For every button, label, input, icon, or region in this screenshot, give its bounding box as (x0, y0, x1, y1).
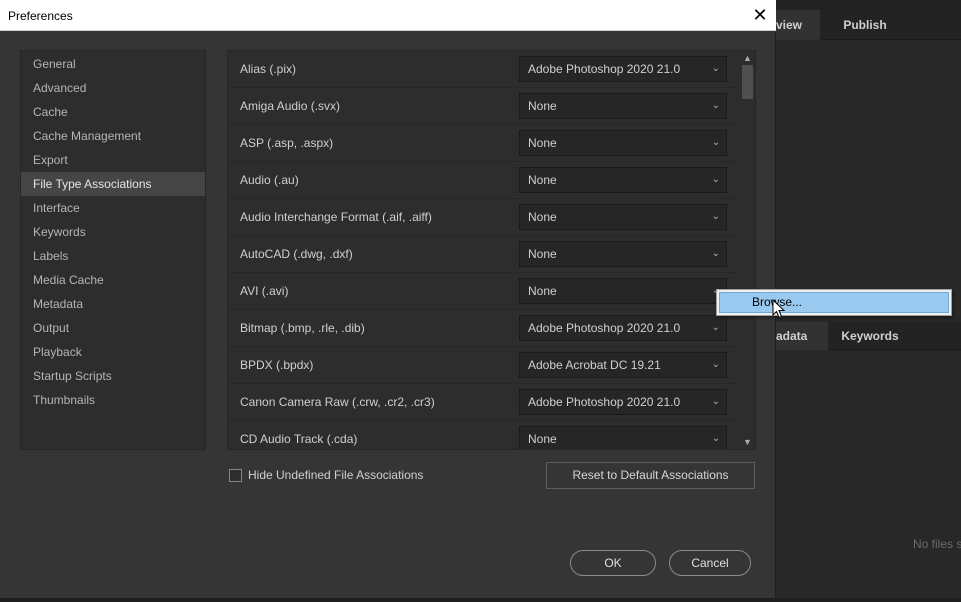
select-value: Adobe Photoshop 2020 21.0 (528, 321, 681, 335)
select-value: None (528, 284, 557, 298)
select-value: None (528, 99, 557, 113)
select-value: None (528, 136, 557, 150)
scroll-up-arrow-icon[interactable]: ▲ (740, 51, 755, 65)
file-associations-list: Alias (.pix) Adobe Photoshop 2020 21.0 ⌄… (227, 50, 756, 450)
preferences-sidebar: General Advanced Cache Cache Management … (20, 50, 206, 450)
row-label: Amiga Audio (.svx) (240, 99, 341, 113)
chevron-down-icon: ⌄ (711, 100, 720, 111)
select-value: Adobe Acrobat DC 19.21 (528, 358, 661, 372)
sidebar-item-thumbnails[interactable]: Thumbnails (21, 388, 205, 412)
sidebar-item-export[interactable]: Export (21, 148, 205, 172)
row-label: Audio (.au) (240, 173, 299, 187)
sidebar-item-metadata[interactable]: Metadata (21, 292, 205, 316)
tab-metadata[interactable]: adata (776, 322, 828, 350)
sidebar-item-interface[interactable]: Interface (21, 196, 205, 220)
row-label: BPDX (.bpdx) (240, 358, 314, 372)
sidebar-item-media-cache[interactable]: Media Cache (21, 268, 205, 292)
select-value: Adobe Photoshop 2020 21.0 (528, 395, 681, 409)
sidebar-item-cache-management[interactable]: Cache Management (21, 124, 205, 148)
association-row: Audio (.au) None ⌄ (228, 162, 740, 199)
chevron-down-icon: ⌄ (711, 359, 720, 370)
association-select[interactable]: Adobe Photoshop 2020 21.0 ⌄ (519, 56, 727, 82)
dialog-title: Preferences (8, 9, 73, 23)
tab-preview[interactable]: view (776, 10, 820, 40)
association-select[interactable]: None ⌄ (519, 167, 727, 193)
chevron-down-icon: ⌄ (711, 63, 720, 74)
sidebar-item-startup-scripts[interactable]: Startup Scripts (21, 364, 205, 388)
row-label: Audio Interchange Format (.aif, .aiff) (240, 210, 432, 224)
chevron-down-icon: ⌄ (711, 322, 720, 333)
association-row: AVI (.avi) None ⌄ (228, 273, 740, 310)
dialog-titlebar[interactable]: Preferences ✕ (0, 0, 776, 31)
menu-item-browse[interactable]: Browse... (719, 292, 949, 313)
scroll-thumb[interactable] (742, 65, 753, 99)
cancel-button[interactable]: Cancel (669, 550, 751, 576)
list-scrollbar[interactable]: ▲ ▼ (740, 51, 755, 449)
close-icon: ✕ (752, 5, 768, 25)
chevron-down-icon: ⌄ (711, 396, 720, 407)
chevron-down-icon: ⌄ (711, 248, 720, 259)
association-row: Alias (.pix) Adobe Photoshop 2020 21.0 ⌄ (228, 51, 740, 88)
row-label: AVI (.avi) (240, 284, 289, 298)
association-select[interactable]: Adobe Acrobat DC 19.21 ⌄ (519, 352, 727, 378)
association-row: CD Audio Track (.cda) None ⌄ (228, 421, 740, 449)
sidebar-item-labels[interactable]: Labels (21, 244, 205, 268)
mouse-cursor-icon (772, 299, 786, 319)
row-label: AutoCAD (.dwg, .dxf) (240, 247, 353, 261)
bottom-strip (0, 598, 961, 602)
association-select[interactable]: Adobe Photoshop 2020 21.0 ⌄ (519, 315, 727, 341)
row-label: ASP (.asp, .aspx) (240, 136, 334, 150)
association-select[interactable]: None ⌄ (519, 130, 727, 156)
association-row: AutoCAD (.dwg, .dxf) None ⌄ (228, 236, 740, 273)
tab-keywords[interactable]: Keywords (828, 322, 912, 350)
hide-undefined-label: Hide Undefined File Associations (248, 468, 424, 482)
association-select[interactable]: Adobe Photoshop 2020 21.0 ⌄ (519, 389, 727, 415)
sidebar-item-file-type-associations[interactable]: File Type Associations (21, 172, 205, 196)
association-row: Amiga Audio (.svx) None ⌄ (228, 88, 740, 125)
empty-state-text: No files s (913, 537, 961, 551)
sidebar-item-advanced[interactable]: Advanced (21, 76, 205, 100)
scroll-down-arrow-icon[interactable]: ▼ (740, 435, 755, 449)
ok-button[interactable]: OK (570, 550, 656, 576)
association-row: Canon Camera Raw (.crw, .cr2, .cr3) Adob… (228, 384, 740, 421)
chevron-down-icon: ⌄ (711, 137, 720, 148)
select-value: None (528, 247, 557, 261)
association-row: Audio Interchange Format (.aif, .aiff) N… (228, 199, 740, 236)
close-button[interactable]: ✕ (748, 3, 772, 27)
sidebar-item-playback[interactable]: Playback (21, 340, 205, 364)
association-select[interactable]: None ⌄ (519, 426, 727, 449)
chevron-down-icon: ⌄ (711, 211, 720, 222)
row-label: Bitmap (.bmp, .rle, .dib) (240, 321, 365, 335)
association-select[interactable]: None ⌄ (519, 241, 727, 267)
background-tab-bar-mid: adata Keywords (776, 322, 961, 350)
hide-undefined-checkbox[interactable] (229, 469, 242, 482)
select-value: None (528, 173, 557, 187)
background-top-bar (776, 0, 961, 10)
select-value: None (528, 210, 557, 224)
sidebar-item-output[interactable]: Output (21, 316, 205, 340)
row-label: CD Audio Track (.cda) (240, 432, 358, 446)
chevron-down-icon: ⌄ (711, 174, 720, 185)
association-select[interactable]: None ⌄ (519, 204, 727, 230)
row-label: Alias (.pix) (240, 62, 297, 76)
association-row: BPDX (.bpdx) Adobe Acrobat DC 19.21 ⌄ (228, 347, 740, 384)
background-tab-bar-top: view Publish (776, 10, 961, 40)
row-label: Canon Camera Raw (.crw, .cr2, .cr3) (240, 395, 435, 409)
select-value: None (528, 432, 557, 446)
sidebar-item-keywords[interactable]: Keywords (21, 220, 205, 244)
association-row: ASP (.asp, .aspx) None ⌄ (228, 125, 740, 162)
chevron-down-icon: ⌄ (711, 433, 720, 444)
select-value: Adobe Photoshop 2020 21.0 (528, 62, 681, 76)
association-select[interactable]: None ⌄ (519, 278, 727, 304)
preferences-dialog: Preferences ✕ General Advanced Cache Cac… (0, 0, 776, 602)
sidebar-item-cache[interactable]: Cache (21, 100, 205, 124)
tab-publish[interactable]: Publish (820, 10, 910, 40)
association-dropdown-menu: Browse... (716, 289, 952, 316)
association-select[interactable]: None ⌄ (519, 93, 727, 119)
sidebar-item-general[interactable]: General (21, 52, 205, 76)
reset-associations-button[interactable]: Reset to Default Associations (546, 462, 755, 489)
association-row: Bitmap (.bmp, .rle, .dib) Adobe Photosho… (228, 310, 740, 347)
